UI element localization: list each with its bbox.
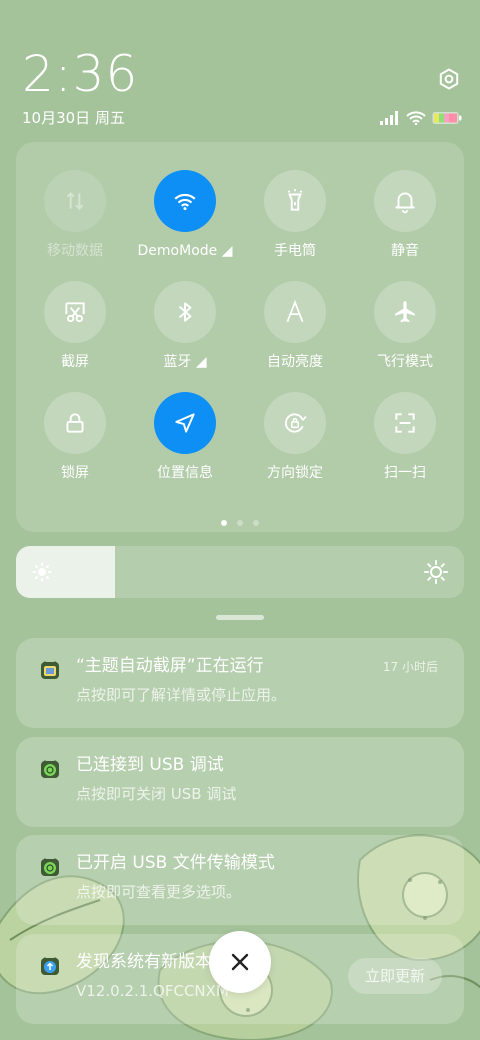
- close-icon: [231, 953, 249, 971]
- toggle-label: DemoMode ◢: [137, 243, 233, 259]
- notification-time: 17 小时后: [382, 660, 438, 674]
- toggle-label: 扫一扫: [384, 465, 426, 481]
- date: 10月30日 周五: [22, 109, 125, 127]
- toggle-button[interactable]: [264, 392, 326, 454]
- system-update-icon: [41, 957, 59, 975]
- toggle-button[interactable]: [44, 392, 106, 454]
- screenshot-icon: [65, 302, 85, 323]
- location-icon: [175, 413, 195, 433]
- notification-title: 已连接到 USB 调试: [76, 755, 224, 775]
- quick-toggle-bluetooth[interactable]: 蓝牙 ◢: [130, 281, 240, 372]
- quick-toggle-airplane[interactable]: 飞行模式: [350, 281, 460, 372]
- brightness-high-icon: [424, 560, 448, 584]
- quick-toggle-flashlight[interactable]: 手电筒: [240, 170, 350, 261]
- toggle-label: 截屏: [61, 354, 89, 370]
- android-usb-icon: [41, 858, 59, 876]
- notification-title: 发现系统有新版本: [76, 952, 212, 972]
- page-dot[interactable]: [221, 520, 227, 526]
- quick-toggle-scan[interactable]: 扫一扫: [350, 392, 460, 483]
- quick-toggle-rotation-lock[interactable]: 方向锁定: [240, 392, 350, 483]
- toggle-button[interactable]: [44, 281, 106, 343]
- android-debug-icon: [41, 760, 59, 778]
- toggle-label: 移动数据: [47, 243, 103, 259]
- lock-icon: [66, 413, 84, 433]
- quick-toggle-wifi[interactable]: DemoMode ◢: [130, 170, 240, 261]
- wifi-icon: [174, 193, 196, 211]
- toggle-button[interactable]: [154, 392, 216, 454]
- toggle-label: 方向锁定: [267, 465, 323, 481]
- quick-toggle-screenshot[interactable]: 截屏: [20, 281, 130, 372]
- clear-notifications-button[interactable]: [209, 931, 271, 993]
- toggle-button[interactable]: [374, 170, 436, 232]
- notification-card[interactable]: “主题自动截屏”正在运行 17 小时后 点按即可了解详情或停止应用。: [16, 638, 464, 728]
- brightness-slider[interactable]: [16, 546, 464, 598]
- page-dot[interactable]: [253, 520, 259, 526]
- bluetooth-icon: [178, 302, 192, 322]
- quick-toggle-grid: 移动数据 DemoMode ◢ 手电筒 静音截屏 蓝牙 ◢ 自动亮度 飞行模式锁屏 位置信息 方…: [16, 170, 464, 483]
- drag-handle[interactable]: [216, 615, 264, 620]
- signal-icon: [380, 111, 398, 125]
- toggle-label: 位置信息: [157, 465, 213, 481]
- airplane-icon: [395, 301, 415, 323]
- scan-icon: [395, 413, 415, 433]
- auto-brightness-icon: [286, 299, 304, 323]
- mobile-data-icon: [66, 192, 84, 210]
- notification-title: 已开启 USB 文件传输模式: [76, 853, 275, 873]
- brightness-low-icon: [32, 562, 52, 582]
- quick-toggle-location[interactable]: 位置信息: [130, 392, 240, 483]
- toggle-label: 自动亮度: [267, 354, 323, 370]
- toggle-button[interactable]: [374, 392, 436, 454]
- settings-button[interactable]: [436, 66, 462, 92]
- status-icons: [380, 110, 462, 126]
- notification-body: 点按即可关闭 USB 调试: [76, 785, 237, 803]
- toggle-label: 手电筒: [274, 243, 316, 259]
- wifi-status-icon: [406, 111, 426, 125]
- flashlight-icon: [287, 189, 303, 211]
- status-header: 2:36 10月30日 周五: [22, 46, 462, 136]
- toggle-button[interactable]: [44, 170, 106, 232]
- rotation-lock-icon: [284, 413, 307, 433]
- toggle-button[interactable]: [374, 281, 436, 343]
- quick-settings-panel: 移动数据 DemoMode ◢ 手电筒 静音截屏 蓝牙 ◢ 自动亮度 飞行模式锁屏 位置信息 方…: [16, 142, 464, 532]
- gear-icon: [439, 68, 459, 90]
- notification-title: “主题自动截屏”正在运行: [76, 656, 264, 676]
- notification-card[interactable]: 已连接到 USB 调试 点按即可关闭 USB 调试: [16, 737, 464, 827]
- toggle-button[interactable]: [154, 281, 216, 343]
- notification-card[interactable]: 已开启 USB 文件传输模式 点按即可查看更多选项。: [16, 835, 464, 925]
- toggle-label: 静音: [391, 243, 419, 259]
- bell-icon: [395, 192, 415, 214]
- toggle-label: 飞行模式: [377, 354, 433, 370]
- toggle-button[interactable]: [264, 170, 326, 232]
- quick-toggle-bell[interactable]: 静音: [350, 170, 460, 261]
- update-now-button[interactable]: 立即更新: [348, 958, 442, 994]
- quick-toggle-lock[interactable]: 锁屏: [20, 392, 130, 483]
- quick-toggle-auto-brightness[interactable]: 自动亮度: [240, 281, 350, 372]
- theme-app-icon: [41, 661, 59, 679]
- battery-icon: [432, 112, 462, 124]
- toggle-button[interactable]: [264, 281, 326, 343]
- brightness-fill: [16, 546, 115, 598]
- notification-body: 点按即可查看更多选项。: [76, 883, 242, 901]
- notification-body: V12.0.2.1.QFCCNXM: [76, 982, 229, 1000]
- page-indicator: [16, 520, 464, 528]
- notification-body: 点按即可了解详情或停止应用。: [76, 686, 287, 704]
- clock: 2:36: [22, 45, 139, 103]
- toggle-button[interactable]: [154, 170, 216, 232]
- page-dot[interactable]: [237, 520, 243, 526]
- quick-toggle-mobile-data[interactable]: 移动数据: [20, 170, 130, 261]
- toggle-label: 锁屏: [61, 465, 89, 481]
- toggle-label: 蓝牙 ◢: [163, 354, 207, 370]
